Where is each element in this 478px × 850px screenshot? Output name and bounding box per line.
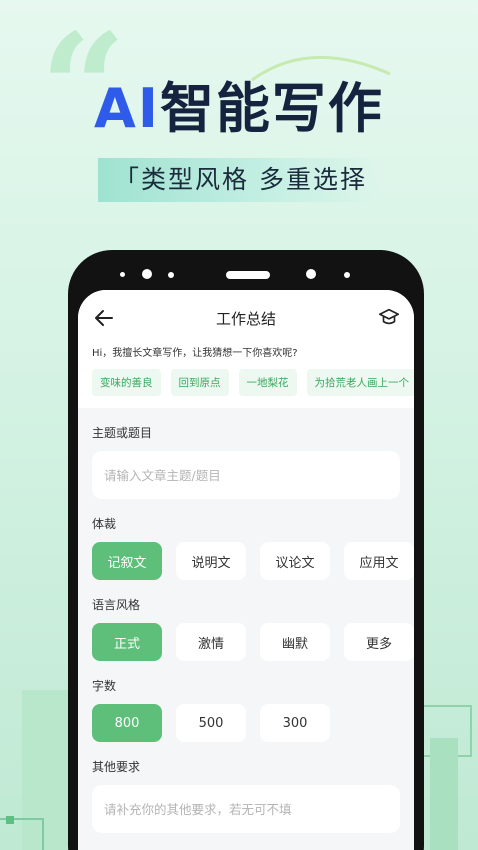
style-label: 语言风格	[92, 598, 141, 612]
sensor-dot	[168, 272, 174, 278]
hero-subtitle: 「类型风格 多重选择	[98, 158, 380, 202]
style-option-passionate[interactable]: 激情	[176, 623, 246, 661]
genre-options: 记叙文 说明文 议论文 应用文	[92, 542, 414, 580]
genre-option-expository[interactable]: 说明文	[176, 542, 246, 580]
style-options: 正式 激情 幽默 更多	[92, 623, 414, 661]
word-count-option-300[interactable]: 300	[260, 704, 330, 742]
suggestion-chip[interactable]: 回到原点	[170, 369, 229, 396]
topic-input-box[interactable]	[92, 451, 400, 499]
hero-title-text: 智能写作	[159, 77, 384, 140]
greeting-text: Hi，我擅长文章写作，让我猜想一下你喜欢呢?	[92, 348, 298, 359]
suggestion-chip[interactable]: 为拾荒老人画上一个	[306, 369, 414, 396]
decor-dot	[6, 816, 14, 824]
style-option-formal[interactable]: 正式	[92, 623, 162, 661]
app-screen: 工作总结 Hi，我擅长文章写作，让我猜想一下你喜欢呢? 变味的善良 回到原点 一…	[78, 290, 414, 850]
other-requirements-input[interactable]	[104, 801, 388, 817]
genre-option-argumentative[interactable]: 议论文	[260, 542, 330, 580]
suggestion-chip[interactable]: 一地梨花	[238, 369, 297, 396]
other-requirements-box[interactable]	[92, 785, 400, 833]
genre-option-practical[interactable]: 应用文	[344, 542, 414, 580]
suggestion-chip[interactable]: 变味的善良	[92, 369, 161, 396]
genre-label: 体裁	[92, 517, 117, 531]
style-option-more[interactable]: 更多	[344, 623, 414, 661]
topic-input[interactable]	[104, 467, 388, 483]
topic-label: 主题或题目	[92, 426, 153, 440]
genre-option-narrative[interactable]: 记叙文	[92, 542, 162, 580]
sensor-dot	[344, 272, 350, 278]
style-option-humorous[interactable]: 幽默	[260, 623, 330, 661]
word-count-option-500[interactable]: 500	[176, 704, 246, 742]
other-requirements-label: 其他要求	[92, 760, 141, 774]
camera-dot	[306, 269, 316, 279]
suggestion-list: 变味的善良 回到原点 一地梨花 为拾荒老人画上一个	[92, 369, 414, 408]
word-count-label: 字数	[92, 679, 117, 693]
graduation-cap-icon[interactable]	[378, 306, 400, 328]
word-count-option-800[interactable]: 800	[92, 704, 162, 742]
camera-dot	[142, 269, 152, 279]
screen-header: 工作总结 Hi，我擅长文章写作，让我猜想一下你喜欢呢? 变味的善良 回到原点 一…	[78, 290, 414, 408]
word-count-options: 800 500 300	[92, 704, 400, 742]
hero-title: AI智能写作	[0, 64, 478, 143]
nav-bar: 工作总结	[92, 290, 400, 346]
decor-block-right	[430, 738, 458, 850]
page-title: 工作总结	[215, 309, 276, 328]
hero-title-ai: AI	[94, 77, 160, 140]
speaker-grille	[226, 271, 270, 279]
sensor-dot	[120, 272, 125, 277]
back-arrow-icon[interactable]	[92, 306, 116, 330]
phone-mockup: 工作总结 Hi，我擅长文章写作，让我猜想一下你喜欢呢? 变味的善良 回到原点 一…	[68, 250, 424, 850]
